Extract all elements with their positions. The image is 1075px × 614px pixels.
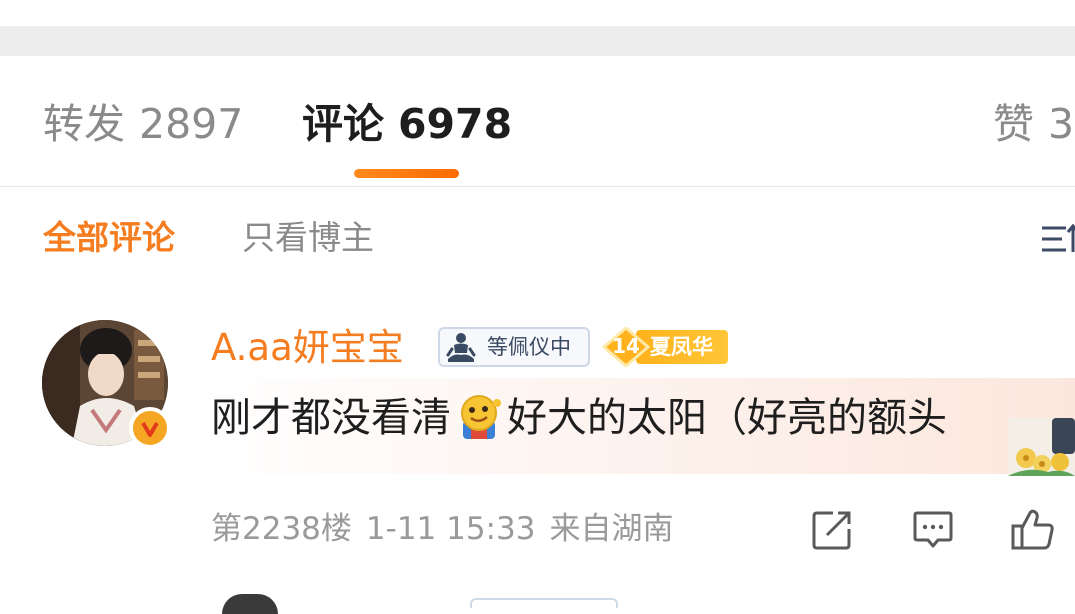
top-bar	[0, 0, 1075, 26]
sort-icon[interactable]	[1040, 222, 1075, 258]
share-icon[interactable]	[809, 507, 855, 553]
tab-comments-label: 评论	[302, 100, 384, 148]
comment-location: 来自湖南	[549, 511, 674, 547]
fan-group-badge[interactable]: 等佩仪中	[438, 327, 590, 367]
verified-badge-icon	[129, 407, 171, 449]
tab-likes[interactable]: 赞3	[993, 100, 1074, 148]
next-comment-avatar[interactable]	[222, 594, 278, 614]
tab-bar: 转发 2897 评论 6978 赞3	[0, 56, 1075, 187]
level-number: 14	[612, 334, 640, 358]
tab-likes-label: 赞	[993, 100, 1034, 148]
like-icon[interactable]	[1010, 507, 1056, 553]
comment-text-part-1: 刚才都没看清	[211, 395, 451, 441]
level-badge[interactable]: 14 夏凤华	[601, 326, 728, 368]
comment-floor: 第2238楼	[211, 511, 352, 547]
level-diamond-icon: 14	[601, 326, 651, 368]
tab-repost-label: 转发	[43, 100, 125, 148]
comment-text-part-2: 好大的太阳（好亮的额头	[507, 395, 947, 441]
active-tab-indicator	[354, 169, 459, 178]
filter-all-comments[interactable]: 全部评论	[43, 216, 175, 260]
comment-username[interactable]: A.aa妍宝宝	[211, 325, 404, 371]
reply-icon[interactable]	[910, 507, 956, 553]
tab-comments[interactable]: 评论 6978	[302, 100, 512, 148]
tab-likes-count: 3	[1048, 100, 1075, 148]
filter-owner-only[interactable]: 只看博主	[242, 216, 374, 260]
peeking-emoji-icon	[461, 395, 501, 439]
flower-decoration-icon	[1008, 418, 1075, 476]
tab-comments-count: 6978	[398, 100, 513, 148]
comment-body: 刚才都没看清 好大的太阳（好亮的额头	[211, 393, 947, 443]
section-divider	[0, 26, 1075, 56]
meditation-figure-icon	[446, 333, 476, 362]
comment-meta: 第2238楼 1-11 15:33 来自湖南	[211, 508, 673, 550]
tab-repost[interactable]: 转发 2897	[43, 100, 243, 148]
comment-time: 1-11 15:33	[365, 511, 536, 547]
fan-group-badge-label: 等佩仪中	[487, 335, 571, 359]
next-comment-badge	[470, 598, 618, 608]
level-name: 夏凤华	[650, 335, 713, 359]
tab-repost-count: 2897	[139, 100, 244, 148]
